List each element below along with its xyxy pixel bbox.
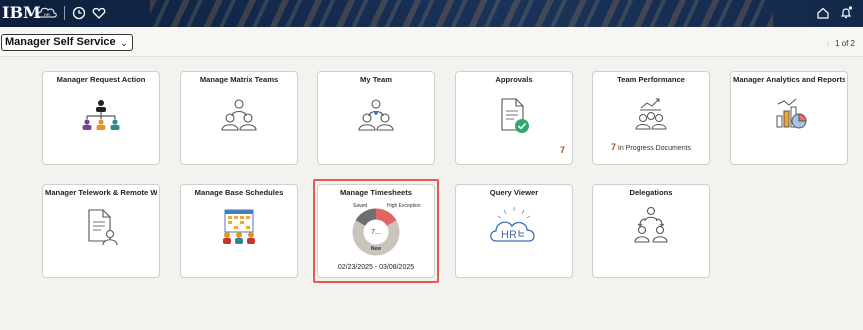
page-indicator: ‹ 1 of 2 xyxy=(826,39,855,48)
notifications-icon[interactable] xyxy=(838,5,854,21)
tile-manage-matrix-teams[interactable]: Manage Matrix Teams xyxy=(180,71,298,165)
tile-my-team[interactable]: My Team xyxy=(317,71,435,165)
banner-texture xyxy=(150,0,773,27)
telework-document-icon xyxy=(88,209,118,246)
tile-title: Delegations xyxy=(629,188,673,197)
tile-approvals[interactable]: Approvals 7 xyxy=(455,71,573,165)
tile-title: Manager Telework & Remote W... xyxy=(45,188,157,197)
schedule-meeting-icon xyxy=(223,209,255,244)
brand-logo: IBM xyxy=(2,3,41,22)
team-performance-icon xyxy=(635,98,667,130)
tile-title: My Team xyxy=(360,75,392,84)
status-line: 7 In Progress Documents xyxy=(593,142,709,152)
tile-highlight-frame xyxy=(313,179,439,283)
tile-manager-telework[interactable]: Manager Telework & Remote W... xyxy=(42,184,160,278)
ibm-hr-logo-icon[interactable]: HR xyxy=(36,5,58,21)
tile-delegations[interactable]: Delegations xyxy=(592,184,710,278)
tile-title: Manager Analytics and Reports xyxy=(733,75,845,84)
hr-cloud-icon: HR xyxy=(490,207,535,242)
approvals-count: 7 xyxy=(559,145,565,155)
clock-icon[interactable] xyxy=(71,5,87,21)
delegation-icon xyxy=(634,206,668,243)
tile-manager-analytics-and-reports[interactable]: Manager Analytics and Reports xyxy=(730,71,848,165)
page-count: 1 of 2 xyxy=(834,39,855,48)
tile-title: Manage Matrix Teams xyxy=(199,75,279,84)
performance-status: In Progress Documents xyxy=(617,145,692,152)
svg-text:HR: HR xyxy=(501,229,517,241)
my-team-icon xyxy=(358,99,394,131)
team-icon xyxy=(221,99,257,131)
org-chart-icon xyxy=(82,100,120,130)
tile-query-viewer[interactable]: Query Viewer HR xyxy=(455,184,573,278)
analytics-chart-icon xyxy=(776,98,807,129)
svg-text:HR: HR xyxy=(44,12,50,17)
dashboard-bar: Manager Self Service ⌄ ‹ 1 of 2 xyxy=(0,27,863,57)
heart-icon[interactable] xyxy=(91,5,107,21)
header-separator xyxy=(64,6,65,20)
dashboard-selector[interactable]: Manager Self Service ⌄ xyxy=(1,34,133,51)
approval-document-icon xyxy=(501,98,529,133)
dashboard-selector-label: Manager Self Service xyxy=(5,36,116,48)
chevron-left-icon[interactable]: ‹ xyxy=(826,39,829,48)
tile-manager-request-action[interactable]: Manager Request Action xyxy=(42,71,160,165)
tile-title: Manager Request Action xyxy=(56,75,146,84)
tile-title: Team Performance xyxy=(617,75,685,84)
top-banner: IBM HR xyxy=(0,0,863,27)
chevron-down-icon: ⌄ xyxy=(120,38,128,48)
tile-team-performance[interactable]: Team Performance 7 In Progress Documents xyxy=(592,71,710,165)
tile-manage-base-schedules[interactable]: Manage Base Schedules xyxy=(180,184,298,278)
tile-title: Query Viewer xyxy=(489,188,539,197)
tile-title: Manage Base Schedules xyxy=(194,188,284,197)
home-icon[interactable] xyxy=(815,5,831,21)
performance-count: 7 xyxy=(610,142,616,152)
tile-title: Approvals xyxy=(495,75,533,84)
